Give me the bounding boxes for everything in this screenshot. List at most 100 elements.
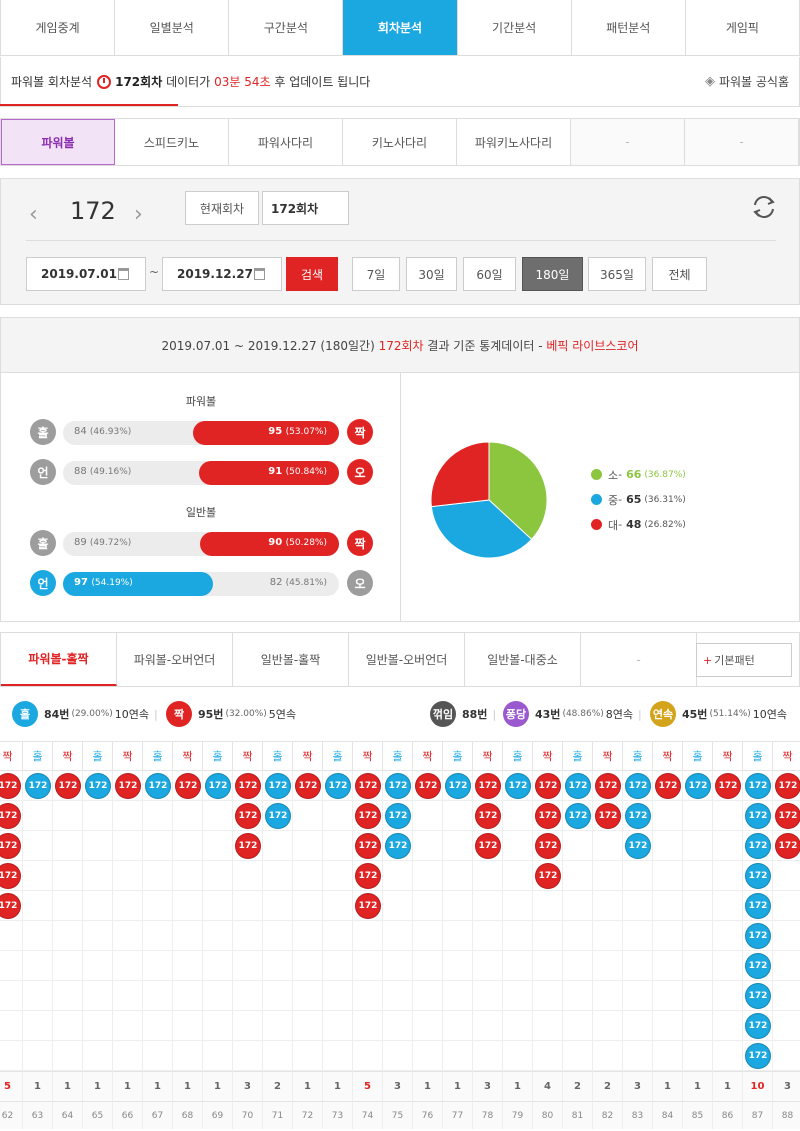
grid-cell bbox=[263, 861, 293, 891]
current-round-button[interactable]: 현재회차 bbox=[185, 191, 259, 225]
tab-5[interactable]: 기간분석 bbox=[457, 0, 572, 55]
game-tab-4[interactable]: 키노사다리 bbox=[343, 119, 457, 165]
grid-cell bbox=[143, 981, 173, 1011]
divider bbox=[26, 240, 776, 241]
game-tab-3[interactable]: 파워사다리 bbox=[229, 119, 343, 165]
pattern-ball: 172 bbox=[385, 803, 411, 829]
tab-1[interactable]: 게임중계 bbox=[1, 0, 116, 55]
pattern-tab-5[interactable]: 일반볼-대중소 bbox=[465, 633, 581, 686]
pattern-ball: 172 bbox=[535, 833, 561, 859]
livescore-link[interactable]: 베픽 라이브스코어 bbox=[546, 337, 638, 354]
grid-cell bbox=[143, 921, 173, 951]
grid-cell bbox=[203, 861, 233, 891]
column-header: 짝 bbox=[533, 741, 563, 771]
refresh-icon[interactable] bbox=[750, 193, 778, 221]
date-from-field[interactable]: 2019.07.01 bbox=[26, 257, 146, 291]
prev-round-icon[interactable]: ‹ bbox=[29, 202, 38, 227]
period-button-3[interactable]: 60일 bbox=[463, 257, 516, 291]
period-button-2[interactable]: 30일 bbox=[406, 257, 457, 291]
odd-pct: (29.00%) bbox=[71, 709, 113, 719]
grid-cell bbox=[773, 1011, 800, 1041]
game-tab-1[interactable]: 파워볼 bbox=[1, 119, 115, 165]
pattern-tab-2[interactable]: 파워볼-오버언더 bbox=[117, 633, 233, 686]
pattern-ball: 172 bbox=[55, 773, 81, 799]
calendar-icon[interactable] bbox=[254, 268, 265, 280]
tab-3[interactable]: 구간분석 bbox=[229, 0, 344, 55]
column-id: 62 bbox=[0, 1101, 23, 1129]
basic-pattern-button[interactable]: + 기본패턴 bbox=[696, 643, 792, 677]
column-count: 1 bbox=[113, 1071, 143, 1101]
pattern-tab-4[interactable]: 일반볼-오버언더 bbox=[349, 633, 465, 686]
pattern-tab-1[interactable]: 파워볼-홀짝 bbox=[1, 633, 117, 686]
grid-cell bbox=[83, 1041, 113, 1071]
tab-7[interactable]: 게임픽 bbox=[685, 0, 800, 55]
grid-cell bbox=[293, 891, 323, 921]
column-count: 3 bbox=[623, 1071, 653, 1101]
next-round-icon[interactable]: › bbox=[134, 202, 143, 227]
grid-cell bbox=[413, 891, 443, 921]
grid-cell bbox=[323, 891, 353, 921]
grid-cell bbox=[473, 1041, 503, 1071]
column-id: 82 bbox=[593, 1101, 623, 1129]
normal-ball-title: 일반볼 bbox=[185, 506, 217, 519]
grid-cell bbox=[383, 981, 413, 1011]
right-value: 91 (50.84%) bbox=[268, 466, 327, 477]
date-to-value: 2019.12.27 bbox=[177, 267, 253, 281]
period-button-4[interactable]: 180일 bbox=[522, 257, 583, 291]
period-button-5[interactable]: 365일 bbox=[588, 257, 646, 291]
legend-value: 66 bbox=[626, 468, 642, 481]
tab-4[interactable]: 회차분석 bbox=[343, 0, 458, 55]
legend-dot bbox=[591, 469, 602, 480]
grid-cell bbox=[593, 1041, 623, 1071]
calendar-icon[interactable] bbox=[118, 268, 129, 280]
grid-cell bbox=[413, 921, 443, 951]
grid-cell bbox=[533, 1041, 563, 1071]
summary-streak: 연속 45번 (51.14%) 10연속 bbox=[650, 701, 787, 727]
grid-cell bbox=[713, 1011, 743, 1041]
game-tab-5[interactable]: 파워키노사다리 bbox=[457, 119, 571, 165]
column-count: 10 bbox=[743, 1071, 773, 1101]
globe-icon: ◈ bbox=[704, 74, 715, 89]
column-header: 짝 bbox=[773, 741, 800, 771]
period-button-1[interactable]: 7일 bbox=[352, 257, 400, 291]
game-tab-2[interactable]: 스피드키노 bbox=[115, 119, 229, 165]
left-pct: (49.72%) bbox=[89, 538, 132, 548]
grid-cell bbox=[323, 861, 353, 891]
pattern-tab-3[interactable]: 일반볼-홀짝 bbox=[233, 633, 349, 686]
tab-2[interactable]: 일별분석 bbox=[115, 0, 230, 55]
pattern-ball: 172 bbox=[745, 863, 771, 889]
grid-cell bbox=[653, 831, 683, 861]
grid-cell bbox=[23, 1011, 53, 1041]
clock-icon bbox=[97, 74, 112, 89]
column-header: 짝 bbox=[353, 741, 383, 771]
column-id: 78 bbox=[473, 1101, 503, 1129]
column-id: 76 bbox=[413, 1101, 443, 1129]
grid-cell bbox=[53, 861, 83, 891]
search-button[interactable]: 검색 bbox=[286, 257, 338, 291]
date-to-field[interactable]: 2019.12.27 bbox=[162, 257, 282, 291]
stat-row: 언 88 (49.16%) 91 (50.84%) 오 bbox=[30, 459, 373, 485]
pattern-ball: 172 bbox=[235, 803, 261, 829]
info-suffix: 후 업데이트 됩니다 bbox=[274, 75, 371, 89]
grid-cell bbox=[683, 1011, 713, 1041]
grid-cell bbox=[503, 1011, 533, 1041]
grid-cell bbox=[473, 981, 503, 1011]
grid-cell bbox=[203, 981, 233, 1011]
info-middle: 데이터가 bbox=[166, 75, 211, 89]
pattern-ball: 172 bbox=[355, 863, 381, 889]
period-button-6[interactable]: 전체 bbox=[652, 257, 707, 291]
grid-cell bbox=[563, 981, 593, 1011]
grid-cell bbox=[203, 831, 233, 861]
pattern-tabs: 파워볼-홀짝 파워볼-오버언더 일반볼-홀짝 일반볼-오버언더 일반볼-대중소 - + 기… bbox=[0, 632, 800, 687]
column-id: 86 bbox=[713, 1101, 743, 1129]
column-count: 1 bbox=[713, 1071, 743, 1101]
grid-cell bbox=[623, 891, 653, 921]
round-input[interactable]: 172회차 bbox=[262, 191, 349, 225]
streak-pct: (51.14%) bbox=[709, 709, 751, 719]
column-header: 짝 bbox=[593, 741, 623, 771]
column-id: 67 bbox=[143, 1101, 173, 1129]
column-id: 88 bbox=[773, 1101, 800, 1129]
date-tilde: ~ bbox=[149, 265, 160, 279]
tab-6[interactable]: 패턴분석 bbox=[571, 0, 686, 55]
official-home-link[interactable]: ◈ 파워볼 공식홈 bbox=[705, 73, 789, 90]
